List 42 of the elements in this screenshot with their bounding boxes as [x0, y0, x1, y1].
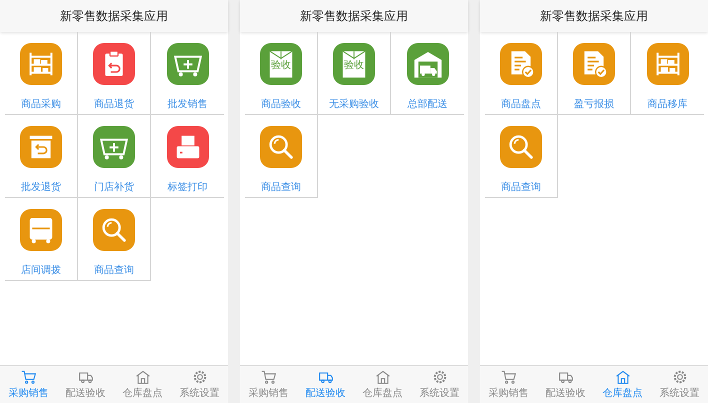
settings-icon: [192, 369, 208, 385]
menu-tile[interactable]: 验收 商品验收: [245, 32, 318, 115]
menu-tile[interactable]: 门店补货: [78, 115, 151, 198]
tab[interactable]: 配送验收: [537, 366, 594, 403]
tab[interactable]: 仓库盘点: [114, 366, 171, 403]
menu-tile[interactable]: 店间调拨: [5, 198, 78, 281]
tab[interactable]: 配送验收: [57, 366, 114, 403]
menu-tile[interactable]: 商品查询: [485, 115, 558, 198]
house-icon: [134, 369, 150, 385]
cart-icon: [500, 369, 516, 385]
menu-tile[interactable]: 商品退货: [78, 32, 151, 115]
tab[interactable]: 系统设置: [171, 366, 228, 403]
menu-tile[interactable]: 标签打印: [151, 115, 224, 198]
app-title: 新零售数据采集应用: [540, 8, 648, 24]
tab[interactable]: 采购销售: [480, 366, 537, 403]
menu-tile[interactable]: 商品采购: [5, 32, 78, 115]
settings-icon: [432, 369, 448, 385]
menu-tile[interactable]: 批发销售: [151, 32, 224, 115]
menu-tile[interactable]: 批发退货: [5, 115, 78, 198]
menu-tile[interactable]: 盈亏报损: [558, 32, 631, 115]
tab[interactable]: 采购销售: [0, 366, 57, 403]
menu-tile[interactable]: 商品移库: [631, 32, 704, 115]
icon-caption: 验收: [270, 60, 292, 72]
icon-caption: 验收: [343, 60, 365, 72]
house-icon: [614, 369, 630, 385]
tab[interactable]: 系统设置: [411, 366, 468, 403]
menu-tile[interactable]: 商品查询: [78, 198, 151, 281]
tab[interactable]: 仓库盘点: [354, 366, 411, 403]
settings-icon: [672, 369, 688, 385]
tab[interactable]: 仓库盘点: [594, 366, 651, 403]
tab[interactable]: 采购销售: [240, 366, 297, 403]
app-title: 新零售数据采集应用: [300, 8, 408, 24]
menu-tile[interactable]: 总部配送: [391, 32, 464, 115]
menu-tile[interactable]: 商品查询: [245, 115, 318, 198]
app-title: 新零售数据采集应用: [60, 8, 168, 24]
tab[interactable]: 系统设置: [651, 366, 708, 403]
cart-icon: [260, 369, 276, 385]
menu-tile[interactable]: 验收 无采购验收: [318, 32, 391, 115]
house-icon: [374, 369, 390, 385]
tab[interactable]: 配送验收: [297, 366, 354, 403]
menu-tile[interactable]: 商品盘点: [485, 32, 558, 115]
cart-icon: [20, 369, 36, 385]
